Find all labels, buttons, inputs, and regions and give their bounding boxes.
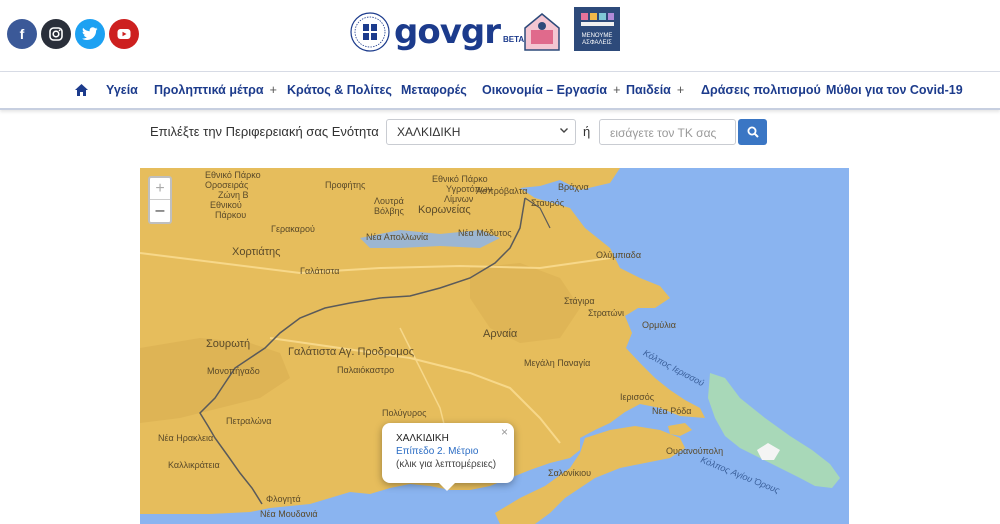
- nav-item-transport[interactable]: Μεταφορές: [401, 83, 467, 97]
- search-icon: [747, 126, 759, 138]
- map-label: Φλογητά: [266, 494, 301, 504]
- map-label: Καλλικράτεια: [168, 460, 220, 470]
- map-label: Οροσειράς: [205, 180, 249, 190]
- zoom-in-button[interactable]: +: [150, 178, 170, 200]
- map-label: Ορμύλια: [642, 320, 676, 330]
- map-label: Γερακαρού: [271, 224, 315, 234]
- nav-item-economy-work[interactable]: Οικονομία – Εργασία +: [482, 83, 620, 97]
- map-label: Ολύμπιαδα: [596, 250, 642, 260]
- map-label: Νέα Ηρακλεια: [158, 433, 214, 443]
- postal-code-input[interactable]: εισάγετε τον ΤΚ σας: [599, 119, 736, 145]
- map-label: Βράχνα: [558, 182, 589, 192]
- nav-item-education[interactable]: Παιδεία +: [626, 83, 684, 97]
- map-label: Γαλάτιστα: [300, 266, 340, 276]
- map-label: Μονοπήγαδο: [207, 366, 260, 376]
- expand-icon[interactable]: +: [677, 83, 684, 97]
- region-select-value: ΧΑΛΚΙΔΙΚΗ: [397, 125, 461, 139]
- stay-home-campaign-logo[interactable]: [519, 8, 565, 54]
- nav-item-health[interactable]: Υγεία: [106, 83, 138, 97]
- map-label: Βόλβης: [374, 206, 404, 216]
- site-header: f govgr BETA ΜΕΝΟΥΜΕ ΑΣΦΑΛΕΙΣ: [0, 0, 1000, 72]
- twitter-icon[interactable]: [75, 19, 105, 49]
- map-label: Ουρανούπολη: [666, 446, 724, 456]
- map-label: Πετραλώνα: [226, 416, 272, 426]
- nav-item-covid-myths[interactable]: Μύθοι για τον Covid-19: [826, 83, 963, 97]
- map-label: Λουτρά: [374, 196, 404, 206]
- map-label: Λίμνων: [444, 194, 474, 204]
- map-label: Αρναία: [483, 328, 518, 340]
- map-label: Πολύγυρος: [382, 408, 427, 418]
- map-label: Στάγιρα: [564, 296, 595, 306]
- home-icon[interactable]: [74, 83, 89, 97]
- map-label: Παλαιόκαστρο: [337, 365, 395, 375]
- map-label: Στρατώνι: [588, 308, 624, 318]
- nav-item-preventive-measures[interactable]: Προληπτικά μέτρα +: [154, 83, 277, 97]
- region-select-label: Επιλέξτε την Περιφερειακή σας Ενότητα: [150, 124, 379, 139]
- map-label: Ιερισσός: [620, 392, 655, 402]
- expand-icon[interactable]: +: [613, 83, 620, 97]
- greek-seal-icon: [350, 12, 390, 52]
- map-label: Μεγάλη Παναγία: [524, 358, 591, 368]
- map-label: Κορωνείας: [418, 204, 471, 216]
- popup-region-name: ΧΑΛΚΙΔΙΚΗ: [396, 433, 449, 444]
- instagram-icon[interactable]: [41, 19, 71, 49]
- map-label: Προφήτης: [325, 180, 366, 190]
- expand-icon[interactable]: +: [270, 83, 277, 97]
- facebook-icon[interactable]: f: [7, 19, 37, 49]
- region-select[interactable]: ΧΑΛΚΙΔΙΚΗ: [386, 119, 576, 145]
- close-icon[interactable]: ×: [501, 425, 508, 439]
- main-navigation: Υγεία Προληπτικά μέτρα + Κράτος & Πολίτες…: [0, 72, 1000, 110]
- social-links: f: [7, 19, 139, 49]
- popup-risk-level[interactable]: Επίπεδο 2. Μέτριο: [396, 445, 500, 458]
- nav-item-state-citizens[interactable]: Κράτος & Πολίτες: [287, 83, 392, 97]
- map-label: Εθνικό Πάρκο: [205, 170, 261, 180]
- map-label: Χορτιάτης: [232, 246, 281, 258]
- map-label: Νέα Ρόδα: [652, 406, 692, 416]
- popup-pointer: [438, 482, 456, 491]
- map-label: Εθνικό Πάρκο: [432, 174, 488, 184]
- brand-wordmark: govgr: [394, 12, 501, 52]
- zoom-out-button[interactable]: –: [150, 200, 170, 222]
- map-label: Πάρκου: [215, 210, 247, 220]
- map-label: Σαλονίκιου: [548, 468, 592, 478]
- govgr-logo[interactable]: govgr BETA: [350, 12, 524, 52]
- youtube-icon[interactable]: [109, 19, 139, 49]
- map-label: Νέα Απολλωνία: [366, 232, 429, 242]
- or-text: ή: [583, 124, 591, 139]
- nav-item-culture[interactable]: Δράσεις πολιτισμού: [701, 83, 821, 97]
- map-label: Νέα Μάδυτος: [458, 228, 512, 238]
- map-label: Σουρωτή: [206, 338, 251, 350]
- popup-hint: (κλικ για λεπτομέρειες): [396, 459, 497, 470]
- map-label: Νέα Μουδανιά: [260, 509, 318, 519]
- chevron-down-icon: [560, 128, 568, 133]
- map-label: Εθνικού: [210, 200, 242, 210]
- search-button[interactable]: [738, 119, 767, 145]
- map-zoom-control: + –: [148, 176, 172, 224]
- map-label: Γαλάτιστα Αγ. Προδρομος: [288, 346, 415, 358]
- map-label: Ασπρόβαλτα: [476, 186, 528, 196]
- map-label: Ζώνη Β: [218, 190, 249, 200]
- stay-safe-campaign-logo[interactable]: ΜΕΝΟΥΜΕ ΑΣΦΑΛΕΙΣ: [574, 7, 620, 51]
- map-label: Σταυρός: [531, 198, 565, 208]
- region-popup[interactable]: ΧΑΛΚΙΔΙΚΗ Επίπεδο 2. Μέτριο (κλικ για λε…: [382, 423, 514, 483]
